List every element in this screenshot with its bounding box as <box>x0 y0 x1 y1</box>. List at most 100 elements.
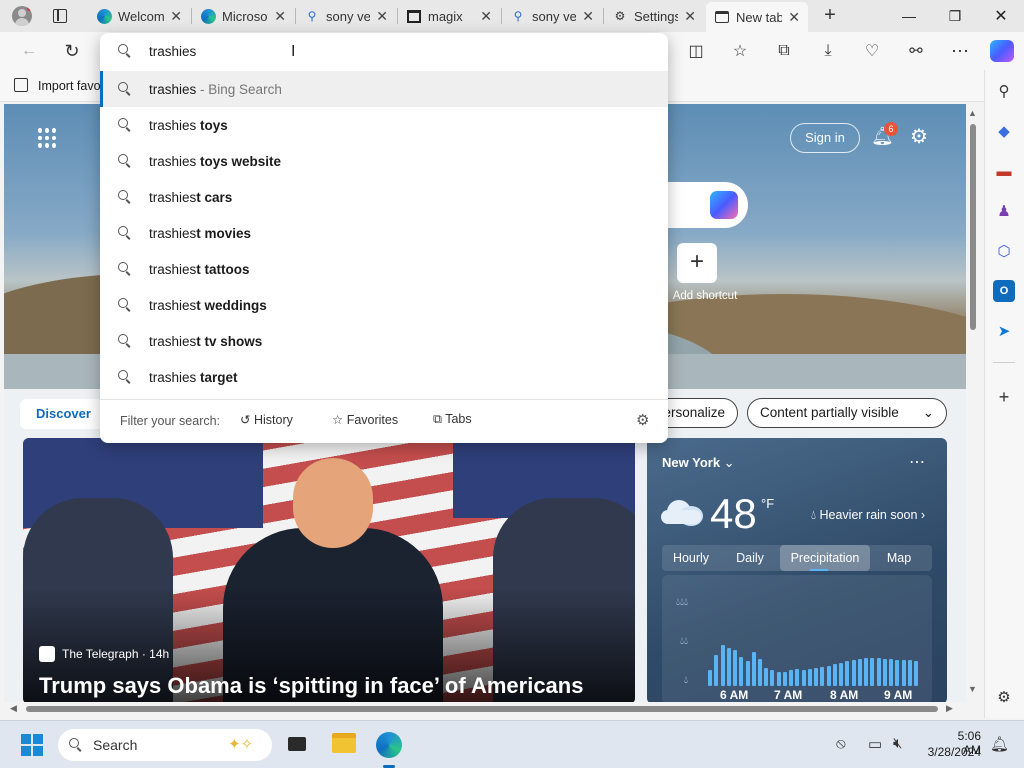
scroll-right-arrow[interactable]: ▶ <box>946 703 953 714</box>
search-settings-icon[interactable]: ⚙ <box>636 411 649 429</box>
minimize-button[interactable]: — <box>886 0 932 32</box>
tab-microsoft[interactable]: Microsoft ✕ <box>192 2 294 30</box>
content-visibility-dropdown[interactable]: Content partially visible ⌄ <box>747 398 947 428</box>
favorites-star-icon[interactable]: ☆ <box>728 40 752 62</box>
tab-sony-ve-1[interactable]: ⚲ sony ve ✕ <box>296 2 396 30</box>
collections-icon[interactable]: ⧉ <box>772 40 796 62</box>
news-headline[interactable]: Trump says Obama is ‘spitting in face’ o… <box>39 673 583 699</box>
edge-sidebar: ⚲ ◆ ▬ ♟ ⬡ O ➤ + ⚙ <box>984 70 1024 718</box>
precip-bar <box>807 669 812 686</box>
suggestion-item[interactable]: trashiest movies <box>100 215 668 251</box>
suggestion-item[interactable]: trashies - Bing Search <box>100 71 668 107</box>
close-tab-icon[interactable]: ✕ <box>582 8 594 25</box>
add-shortcut-button[interactable]: + <box>677 243 717 283</box>
new-tab-button[interactable]: + <box>818 4 842 28</box>
display-icon[interactable]: ▭ <box>868 735 882 753</box>
tab-settings[interactable]: ⚙ Settings ✕ <box>604 2 704 30</box>
app-launcher-icon[interactable] <box>38 128 58 148</box>
suggestion-item[interactable]: trashies toys <box>100 107 668 143</box>
suggestion-item[interactable]: trashiest weddings <box>100 287 668 323</box>
close-tab-icon[interactable]: ✕ <box>170 8 182 25</box>
file-explorer-icon[interactable] <box>332 733 356 753</box>
precip-bar <box>826 666 831 686</box>
extensions-icon[interactable]: ⚯ <box>904 40 928 62</box>
discover-tab[interactable]: Discover <box>20 399 104 429</box>
suggestion-item[interactable]: trashiest tattoos <box>100 251 668 287</box>
page-settings-gear-icon[interactable]: ⚙ <box>910 124 928 149</box>
drop-send-icon[interactable]: ➤ <box>993 320 1015 342</box>
tab-map[interactable]: Map <box>870 545 928 571</box>
close-tab-icon[interactable]: ✕ <box>684 8 696 25</box>
weather-more-icon[interactable]: ⋯ <box>909 452 925 472</box>
tools-briefcase-icon[interactable]: ▬ <box>993 160 1015 182</box>
search-icon <box>118 262 132 276</box>
address-input[interactable]: trashies I <box>100 33 668 69</box>
sign-in-button[interactable]: Sign in <box>790 123 860 153</box>
news-card[interactable]: The Telegraph · 14h Trump says Obama is … <box>23 438 635 704</box>
browser-essentials-icon[interactable]: ♡ <box>860 40 884 62</box>
notification-bell-icon[interactable]: 🔔︎ <box>990 735 1009 753</box>
precip-bar <box>907 660 912 686</box>
tab-welcome[interactable]: Welcome ✕ <box>88 2 190 30</box>
more-menu-icon[interactable]: ⋯ <box>948 40 972 62</box>
weather-location[interactable]: New York ⌄ <box>662 455 735 471</box>
add-sidebar-app-icon[interactable]: + <box>993 386 1015 408</box>
shopping-tag-icon[interactable]: ◆ <box>993 120 1015 142</box>
tab-new-tab[interactable]: New tab ✕ <box>706 2 808 32</box>
suggestion-item[interactable]: trashies target <box>100 359 668 395</box>
split-screen-icon[interactable]: ◫ <box>684 40 708 62</box>
refresh-button[interactable]: ↻ <box>60 40 84 62</box>
maximize-button[interactable]: ❐ <box>932 0 978 32</box>
suggestion-item[interactable]: trashiest tv shows <box>100 323 668 359</box>
close-tab-icon[interactable]: ✕ <box>788 9 800 26</box>
outlook-icon[interactable]: O <box>993 280 1015 302</box>
close-window-button[interactable]: ✕ <box>978 0 1024 32</box>
close-tab-icon[interactable]: ✕ <box>480 8 492 25</box>
filter-favorites[interactable]: ☆ Favorites <box>332 412 398 427</box>
tab-hourly[interactable]: Hourly <box>662 545 720 571</box>
weather-condition[interactable]: 💧︎ Heavier rain soon › <box>811 508 925 523</box>
vertical-scrollbar[interactable]: ▲ ▼ <box>966 104 982 704</box>
close-tab-icon[interactable]: ✕ <box>376 8 388 25</box>
tab-daily[interactable]: Daily <box>720 545 780 571</box>
search-icon[interactable]: ⚲ <box>993 80 1015 102</box>
weather-card[interactable]: New York ⌄ ⋯ 48 °F 💧︎ Heavier rain soon … <box>647 438 947 704</box>
filter-history[interactable]: ↺ History <box>240 412 293 427</box>
tab-sony-ve-2[interactable]: ⚲ sony ve ✕ <box>502 2 602 30</box>
suggestion-item[interactable]: trashies toys website <box>100 143 668 179</box>
copilot-icon[interactable] <box>990 40 1014 62</box>
tab-actions-icon[interactable] <box>53 9 67 23</box>
scroll-thumb-horizontal[interactable] <box>26 706 938 712</box>
scroll-down-arrow[interactable]: ▼ <box>968 684 977 694</box>
games-icon[interactable]: ♟ <box>993 200 1015 222</box>
filter-tabs[interactable]: ⧉ Tabs <box>433 412 472 427</box>
add-shortcut-label: Add shortcut <box>672 290 738 302</box>
clock-date[interactable]: 3/28/2024 <box>925 745 981 759</box>
scroll-left-arrow[interactable]: ◀ <box>10 703 17 714</box>
search-icon <box>118 44 132 58</box>
scroll-thumb[interactable] <box>970 124 976 330</box>
network-disconnected-icon[interactable]: ⦸ <box>836 735 846 752</box>
import-favorites-link[interactable]: Import favo <box>38 79 101 93</box>
sidebar-settings-icon[interactable]: ⚙ <box>993 686 1015 708</box>
volume-muted-icon[interactable]: 🔇︎ <box>893 735 902 752</box>
tab-precipitation[interactable]: Precipitation <box>780 545 870 571</box>
scroll-up-arrow[interactable]: ▲ <box>968 108 977 118</box>
close-tab-icon[interactable]: ✕ <box>274 8 286 25</box>
back-button[interactable]: ← <box>17 40 41 62</box>
address-bar-dropdown: trashies I trashies - Bing Search trashi… <box>100 33 668 443</box>
edge-taskbar-icon[interactable] <box>376 732 402 758</box>
profile-avatar[interactable] <box>12 6 32 26</box>
weather-temperature: 48 <box>710 490 757 537</box>
task-view-icon[interactable] <box>288 737 306 751</box>
microsoft365-icon[interactable]: ⬡ <box>993 240 1015 262</box>
content-visibility-label: Content partially visible <box>760 405 899 420</box>
horizontal-scrollbar[interactable]: ◀ ▶ <box>0 702 966 716</box>
downloads-icon[interactable]: ⤓ <box>816 40 840 62</box>
suggestion-item[interactable]: trashiest cars <box>100 179 668 215</box>
star-icon: ☆ <box>332 413 344 427</box>
tab-magix[interactable]: magix ✕ <box>398 2 500 30</box>
windows-start-icon[interactable] <box>21 734 43 756</box>
taskbar-search-box[interactable]: Search ✦✧ <box>58 729 272 761</box>
search-icon <box>118 190 132 204</box>
